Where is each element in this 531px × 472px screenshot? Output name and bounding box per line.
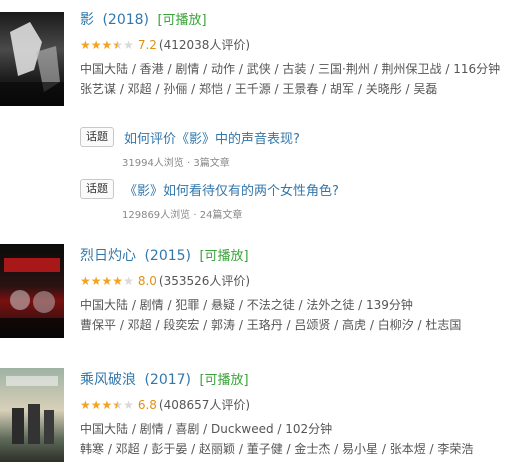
topic-item: 话题 《影》如何看待仅有的两个女性角色? 129869人浏览 · 24篇文章 [80, 178, 527, 221]
poster-figure-image [0, 22, 64, 106]
playable-badge: [可播放] [199, 249, 249, 264]
star-icon: ★ [90, 274, 102, 288]
rating-score: 6.8 [137, 398, 157, 412]
poster-figure-image [0, 258, 64, 338]
star-icon: ★ [101, 274, 113, 288]
star-icon: ★ [80, 274, 91, 288]
movie-poster[interactable] [0, 12, 64, 106]
topic-stats: 129869人浏览 · 24篇文章 [122, 210, 243, 221]
movie-meta-genres: 中国大陆 / 香港 / 剧情 / 动作 / 武侠 / 古装 / 三国·荆州 / … [80, 62, 501, 76]
movie-title-link[interactable]: 烈日灼心 [80, 248, 136, 264]
star-empty-icon: ★ [123, 38, 134, 52]
movie-meta-cast: 曹保平 / 邓超 / 段奕宏 / 郭涛 / 王珞丹 / 吕颂贤 / 高虎 / 白… [80, 318, 462, 332]
star-icon: ★ [90, 38, 102, 52]
movie-year: (2018) [102, 12, 150, 28]
star-half-icon: ★ [112, 398, 124, 412]
star-icon: ★ [80, 398, 91, 412]
movie-meta-genres: 中国大陆 / 剧情 / 犯罪 / 悬疑 / 不法之徒 / 法外之徒 / 139分… [80, 298, 413, 312]
poster-figure-image [6, 376, 58, 444]
star-half-icon: ★ [112, 38, 124, 52]
star-icon: ★ [101, 398, 113, 412]
topic-tag: 话题 [80, 179, 114, 199]
playable-badge: [可播放] [157, 13, 207, 28]
star-empty-icon: ★ [123, 274, 134, 288]
movie-meta-cast: 张艺谋 / 邓超 / 孙俪 / 郑恺 / 王千源 / 王景春 / 胡军 / 关晓… [80, 82, 438, 96]
rating-count: (353526人评价) [158, 274, 251, 288]
rating-score: 7.2 [137, 38, 157, 52]
topic-stats: 31994人浏览 · 3篇文章 [122, 158, 230, 169]
star-icon: ★ [80, 38, 91, 52]
topic-title-link[interactable]: 如何评价《影》中的声音表现? [124, 128, 300, 147]
star-icon: ★ [112, 274, 124, 288]
movie-year: (2017) [144, 372, 192, 388]
movie-poster[interactable] [0, 368, 64, 462]
movie-title-link[interactable]: 影 [80, 12, 94, 28]
topic-tag: 话题 [80, 127, 114, 147]
topic-item: 话题 如何评价《影》中的声音表现? 31994人浏览 · 3篇文章 [80, 126, 527, 169]
rating-stars: ★ ★ ★ ★ ★ [80, 399, 134, 411]
rating-stars: ★ ★ ★ ★ ★ [80, 275, 134, 287]
movie-title-link[interactable]: 乘风破浪 [80, 372, 136, 388]
star-icon: ★ [90, 398, 102, 412]
rating-count: (412038人评价) [158, 38, 251, 52]
rating-score: 8.0 [137, 274, 157, 288]
topic-title-link[interactable]: 《影》如何看待仅有的两个女性角色? [124, 180, 339, 199]
movie-year: (2015) [144, 248, 192, 264]
movie-meta-cast: 韩寒 / 邓超 / 彭于晏 / 赵丽颖 / 董子健 / 金士杰 / 易小星 / … [80, 442, 474, 456]
star-empty-icon: ★ [123, 398, 134, 412]
rating-stars: ★ ★ ★ ★ ★ [80, 39, 134, 51]
movie-poster[interactable] [0, 244, 64, 338]
star-icon: ★ [101, 38, 113, 52]
movie-meta-genres: 中国大陆 / 剧情 / 喜剧 / Duckweed / 102分钟 [80, 422, 333, 436]
rating-count: (408657人评价) [158, 398, 251, 412]
playable-badge: [可播放] [199, 373, 249, 388]
